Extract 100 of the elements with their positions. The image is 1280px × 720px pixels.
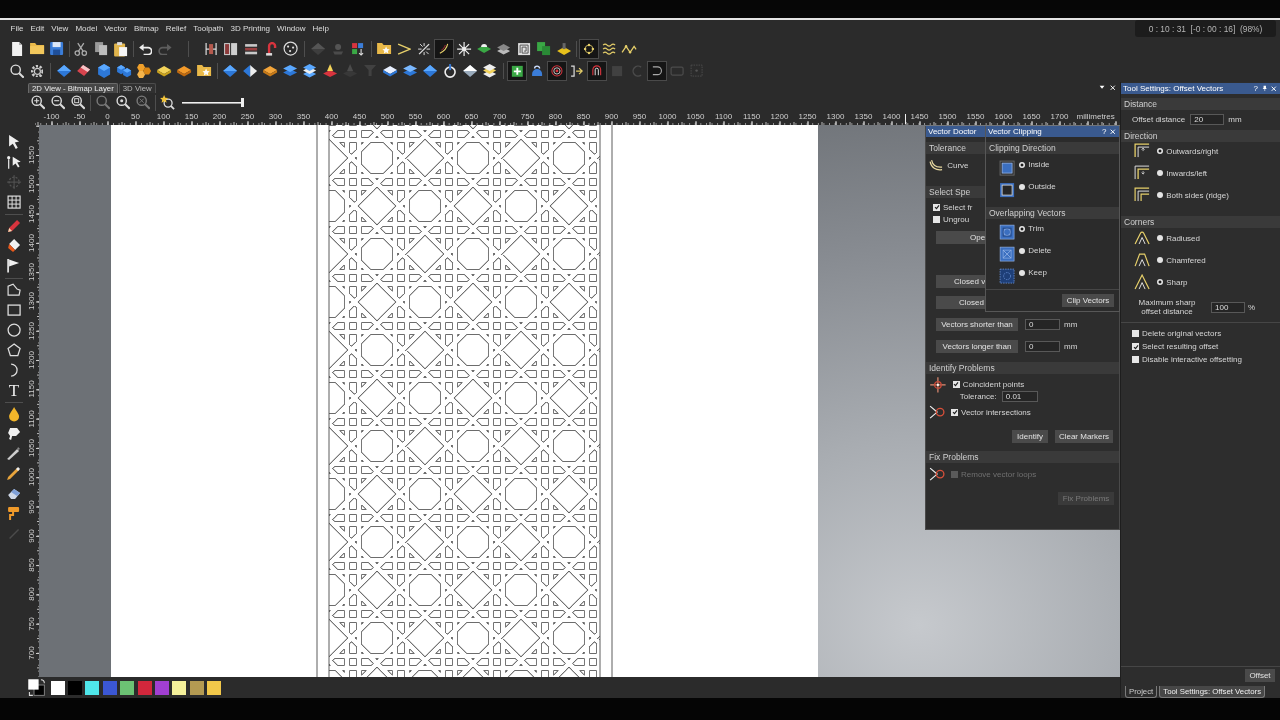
overlap-squares-icon[interactable] <box>536 41 552 57</box>
color-swatch[interactable] <box>172 680 187 695</box>
diamond-icon[interactable] <box>221 63 239 79</box>
zoom-in-icon[interactable] <box>30 95 46 110</box>
radio-button[interactable] <box>1019 248 1026 254</box>
color-swatch[interactable] <box>207 680 222 695</box>
gear-icon[interactable] <box>30 64 44 78</box>
starburst-icon[interactable] <box>455 40 473 58</box>
menu-item[interactable]: Toolpath <box>189 24 227 34</box>
close-icon[interactable] <box>1271 85 1277 92</box>
wave-lines-icon[interactable] <box>601 42 617 56</box>
grid-icon[interactable] <box>6 194 22 210</box>
hook-icon[interactable] <box>265 41 277 57</box>
number-field[interactable]: 20 <box>1190 114 1225 125</box>
offset-button[interactable]: Offset <box>1245 668 1275 682</box>
filter-button[interactable]: Vectors longer than <box>936 340 1018 353</box>
filter-button[interactable]: Closed <box>936 296 986 309</box>
checkbox[interactable] <box>1132 330 1139 337</box>
menu-item[interactable]: Model <box>71 24 101 34</box>
stack-icon[interactable] <box>482 63 498 79</box>
sheets-icon[interactable] <box>496 42 512 56</box>
radio-button[interactable] <box>1157 279 1164 285</box>
slab-icon[interactable] <box>175 64 193 78</box>
checkbox[interactable] <box>951 408 958 416</box>
radio-button[interactable] <box>1019 226 1026 232</box>
color-swatch[interactable] <box>154 680 169 695</box>
number-field[interactable]: 0 <box>1025 319 1060 330</box>
menu-item[interactable]: Vector <box>100 24 131 34</box>
pencil-icon[interactable] <box>6 466 22 482</box>
number-field[interactable]: 0 <box>1025 341 1060 352</box>
checkbox[interactable] <box>952 380 960 388</box>
color-swatch[interactable] <box>68 680 82 695</box>
color-swatch[interactable] <box>85 680 100 695</box>
pen-icon[interactable] <box>6 446 22 462</box>
bracket-arrow-icon[interactable] <box>570 64 584 78</box>
pencil-icon[interactable] <box>6 218 22 234</box>
action-button[interactable]: Clear Markers <box>1055 430 1113 443</box>
checkbox[interactable] <box>1132 343 1139 350</box>
zoom-out-icon[interactable] <box>50 95 66 110</box>
help-button[interactable]: ? <box>1253 84 1258 93</box>
radio-button[interactable] <box>1157 148 1164 154</box>
eraser-icon[interactable] <box>6 487 22 501</box>
filter-button[interactable]: Closed v <box>936 275 986 288</box>
pentagon-icon[interactable] <box>6 343 22 357</box>
diamond-icon[interactable] <box>421 63 439 79</box>
filter-button[interactable]: Vectors shorter than <box>936 318 1018 331</box>
panels-icon[interactable] <box>223 41 239 57</box>
document-icon[interactable] <box>10 40 24 58</box>
polyline-icon[interactable] <box>6 283 22 297</box>
radio-button[interactable] <box>1157 235 1164 241</box>
spiral-square-icon[interactable] <box>516 41 532 57</box>
toolbar-button[interactable] <box>434 39 454 59</box>
close-icon[interactable] <box>1110 84 1116 91</box>
strips-icon[interactable] <box>243 42 259 56</box>
menu-item[interactable]: View <box>47 24 72 34</box>
menu-item[interactable]: 3D Printing <box>227 24 274 34</box>
action-button[interactable]: Identify <box>1012 430 1048 443</box>
menu-item[interactable]: Edit <box>26 24 48 34</box>
mound-icon[interactable] <box>475 43 493 55</box>
undo-icon[interactable] <box>137 42 153 56</box>
slab-icon[interactable] <box>381 64 399 78</box>
save-icon[interactable] <box>49 41 65 57</box>
drop-icon[interactable] <box>7 405 21 423</box>
number-field[interactable]: 100 <box>1211 301 1245 313</box>
tag-icon[interactable] <box>6 426 22 442</box>
dimension-icon[interactable] <box>204 41 218 57</box>
color-swatch[interactable] <box>50 680 65 695</box>
radio-button[interactable] <box>1157 192 1164 198</box>
honeycomb-icon[interactable] <box>135 62 153 80</box>
radio-button[interactable] <box>1019 184 1026 190</box>
node-pointer-icon[interactable] <box>6 154 22 170</box>
zigzag-icon[interactable] <box>620 43 638 55</box>
scatter-icon[interactable] <box>416 41 432 57</box>
zoom-icon[interactable] <box>9 63 25 79</box>
color-selector-icon[interactable] <box>27 678 46 697</box>
radio-button[interactable] <box>1019 162 1026 168</box>
checkbox[interactable] <box>933 203 940 211</box>
color-swatch[interactable] <box>102 680 117 695</box>
clipboard-icon[interactable] <box>113 40 129 58</box>
menu-item[interactable]: Window <box>273 24 309 34</box>
layers-icon[interactable] <box>401 64 419 78</box>
toolbar-button[interactable] <box>647 61 667 81</box>
radio-button[interactable] <box>1157 170 1164 176</box>
menu-item[interactable]: Bitmap <box>130 24 163 34</box>
filter-button[interactable]: Ope <box>936 231 986 244</box>
diamond-icon[interactable] <box>55 63 73 79</box>
copy-icon[interactable] <box>93 41 109 57</box>
flag-icon[interactable] <box>7 258 21 274</box>
folder-star-icon[interactable] <box>195 64 213 78</box>
blocks-icon[interactable] <box>115 63 133 79</box>
slider-thumb[interactable] <box>241 98 244 107</box>
kettlebell-icon[interactable] <box>530 64 544 78</box>
radio-button[interactable] <box>1157 257 1164 263</box>
color-squares-icon[interactable] <box>351 41 365 57</box>
eraser-icon[interactable] <box>6 238 22 254</box>
checkbox[interactable] <box>933 215 940 223</box>
stack-icon[interactable] <box>302 63 318 79</box>
color-swatch[interactable] <box>189 680 204 695</box>
slab-icon[interactable] <box>261 64 279 78</box>
folder-star-icon[interactable] <box>375 42 393 56</box>
